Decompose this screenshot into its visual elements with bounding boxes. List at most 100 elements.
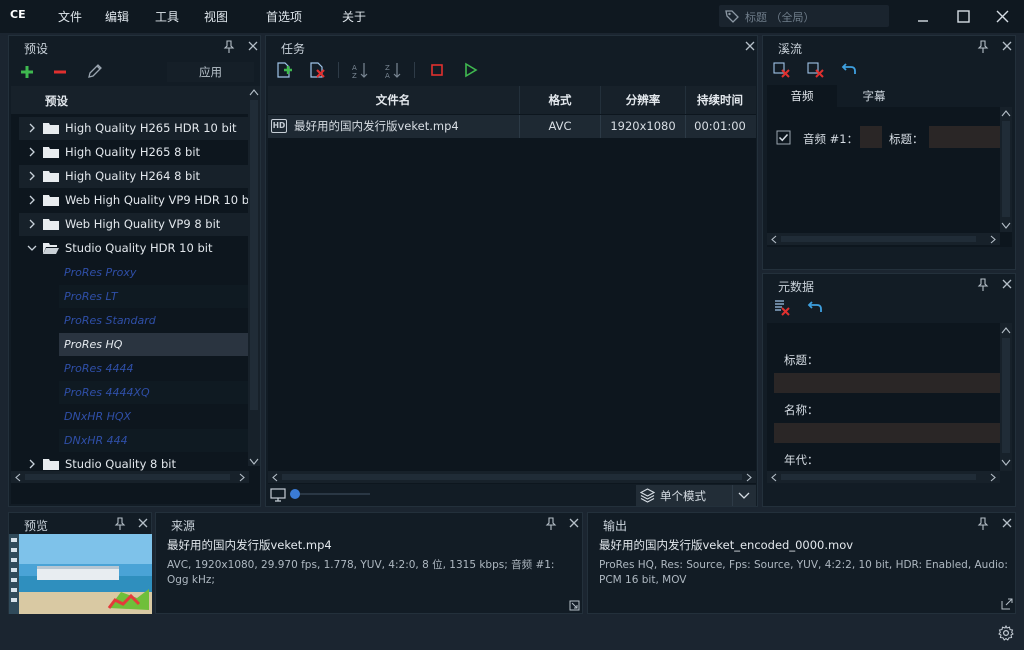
sort-descending-icon[interactable]: ZA xyxy=(384,61,402,79)
chevron-right-icon[interactable] xyxy=(27,195,37,205)
scroll-right-icon[interactable] xyxy=(989,473,997,482)
pin-icon[interactable] xyxy=(977,517,989,531)
preset-item[interactable]: DNxHR 444 xyxy=(59,429,249,452)
preset-group[interactable]: Web High Quality VP9 HDR 10 bit xyxy=(19,189,257,212)
preset-item[interactable]: ProRes 4444XQ xyxy=(59,381,249,404)
column-duration[interactable]: 持续时间 xyxy=(686,86,754,114)
tasks-horizontal-scrollbar[interactable] xyxy=(268,471,756,483)
settings-gear-icon[interactable] xyxy=(998,625,1014,641)
scroll-left-icon[interactable] xyxy=(770,235,778,244)
presets-horizontal-scrollbar[interactable] xyxy=(11,471,249,483)
minimize-button[interactable] xyxy=(912,6,934,28)
chevron-right-icon[interactable] xyxy=(27,219,37,229)
menu-view[interactable]: 视图 xyxy=(204,8,228,25)
scroll-right-icon[interactable] xyxy=(745,473,753,482)
pin-icon[interactable] xyxy=(223,40,235,54)
audio-title-field[interactable] xyxy=(929,126,1001,148)
open-folder-icon[interactable] xyxy=(1001,598,1013,610)
menu-edit[interactable]: 编辑 xyxy=(105,8,129,25)
metadata-name-field[interactable] xyxy=(774,423,1004,443)
remove-preset-button[interactable] xyxy=(52,64,68,80)
chevron-right-icon[interactable] xyxy=(27,459,37,469)
maximize-button[interactable] xyxy=(952,6,974,28)
sort-ascending-icon[interactable]: AZ xyxy=(351,61,369,79)
add-preset-button[interactable] xyxy=(19,64,35,80)
preset-item[interactable]: ProRes LT xyxy=(59,285,249,308)
close-icon[interactable] xyxy=(247,40,259,52)
audio-language-field[interactable] xyxy=(860,126,882,148)
column-resolution[interactable]: 分辨率 xyxy=(601,86,685,114)
audio-checkbox[interactable] xyxy=(776,130,791,145)
presets-column-header[interactable]: 预设 xyxy=(45,93,68,109)
remove-stream-icon[interactable] xyxy=(773,61,790,78)
preset-group[interactable]: High Quality H265 8 bit xyxy=(19,141,257,164)
menu-tools[interactable]: 工具 xyxy=(155,8,179,25)
table-row[interactable]: HD 最好用的国内发行版veket.mp4 AVC 1920x1080 00:0… xyxy=(268,115,756,138)
remove-file-icon[interactable] xyxy=(308,61,326,79)
zoom-slider[interactable] xyxy=(290,493,370,495)
pin-icon[interactable] xyxy=(114,517,126,531)
pin-icon[interactable] xyxy=(545,517,557,531)
preset-item[interactable]: DNxHR HQX xyxy=(59,405,249,428)
menu-file[interactable]: 文件 xyxy=(58,8,82,25)
scroll-left-icon[interactable] xyxy=(14,473,22,482)
preset-item-selected[interactable]: ProRes HQ xyxy=(59,333,249,356)
scroll-right-icon[interactable] xyxy=(989,235,997,244)
close-window-button[interactable] xyxy=(991,6,1013,28)
scroll-left-icon[interactable] xyxy=(271,473,279,482)
close-icon[interactable] xyxy=(568,517,580,529)
preset-group[interactable]: Web High Quality VP9 8 bit xyxy=(19,213,257,236)
global-search[interactable]: 标题 （全局） xyxy=(719,5,889,27)
chevron-down-icon[interactable] xyxy=(27,243,37,253)
preset-item[interactable]: ProRes 4444 xyxy=(59,357,249,380)
chevron-right-icon[interactable] xyxy=(27,147,37,157)
scroll-down-icon[interactable] xyxy=(1001,459,1011,467)
streams-vertical-scrollbar[interactable] xyxy=(1000,107,1012,232)
scroll-down-icon[interactable] xyxy=(1001,222,1011,230)
preset-item[interactable]: ProRes Standard xyxy=(59,309,249,332)
metadata-title-field[interactable] xyxy=(774,373,1004,393)
scroll-up-icon[interactable] xyxy=(1001,109,1011,117)
open-external-icon[interactable] xyxy=(569,600,580,611)
zoom-slider-handle[interactable] xyxy=(290,489,300,499)
streams-horizontal-scrollbar[interactable] xyxy=(767,233,1000,245)
close-icon[interactable] xyxy=(1001,40,1013,52)
column-format[interactable]: 格式 xyxy=(520,86,600,114)
close-icon[interactable] xyxy=(744,40,756,52)
metadata-horizontal-scrollbar[interactable] xyxy=(767,471,1000,483)
scroll-right-icon[interactable] xyxy=(238,473,246,482)
presets-vertical-scrollbar[interactable] xyxy=(248,86,260,466)
mode-dropdown[interactable]: 单个模式 xyxy=(636,485,756,506)
undo-icon[interactable] xyxy=(841,61,857,77)
scroll-up-icon[interactable] xyxy=(249,88,259,96)
column-filename[interactable]: 文件名 xyxy=(268,86,518,114)
tab-subtitles[interactable]: 字幕 xyxy=(839,85,909,107)
undo-icon[interactable] xyxy=(807,299,823,315)
play-icon[interactable] xyxy=(464,62,478,78)
preset-item[interactable]: ProRes Proxy xyxy=(59,261,249,284)
monitor-icon[interactable] xyxy=(270,488,286,502)
chevron-down-icon[interactable] xyxy=(738,492,750,500)
menu-preferences[interactable]: 首选项 xyxy=(266,8,302,25)
preset-group-expanded[interactable]: Studio Quality HDR 10 bit xyxy=(19,237,257,260)
edit-preset-button[interactable] xyxy=(86,63,103,80)
close-icon[interactable] xyxy=(137,517,149,529)
preset-group[interactable]: High Quality H265 HDR 10 bit xyxy=(19,117,257,140)
chevron-right-icon[interactable] xyxy=(27,171,37,181)
pin-icon[interactable] xyxy=(977,40,989,54)
scroll-down-icon[interactable] xyxy=(249,458,259,466)
close-icon[interactable] xyxy=(1001,517,1013,529)
chevron-right-icon[interactable] xyxy=(27,123,37,133)
preset-group[interactable]: High Quality H264 8 bit xyxy=(19,165,257,188)
close-icon[interactable] xyxy=(1001,278,1013,290)
scroll-left-icon[interactable] xyxy=(770,473,778,482)
add-file-icon[interactable] xyxy=(275,61,293,79)
tab-audio[interactable]: 音频 xyxy=(767,85,837,107)
metadata-vertical-scrollbar[interactable] xyxy=(1000,323,1012,471)
scroll-up-icon[interactable] xyxy=(1001,326,1011,334)
clear-streams-icon[interactable] xyxy=(807,61,824,78)
apply-button[interactable]: 应用 xyxy=(167,62,254,82)
pin-icon[interactable] xyxy=(977,278,989,292)
menu-about[interactable]: 关于 xyxy=(342,8,366,25)
stop-icon[interactable] xyxy=(430,63,444,77)
